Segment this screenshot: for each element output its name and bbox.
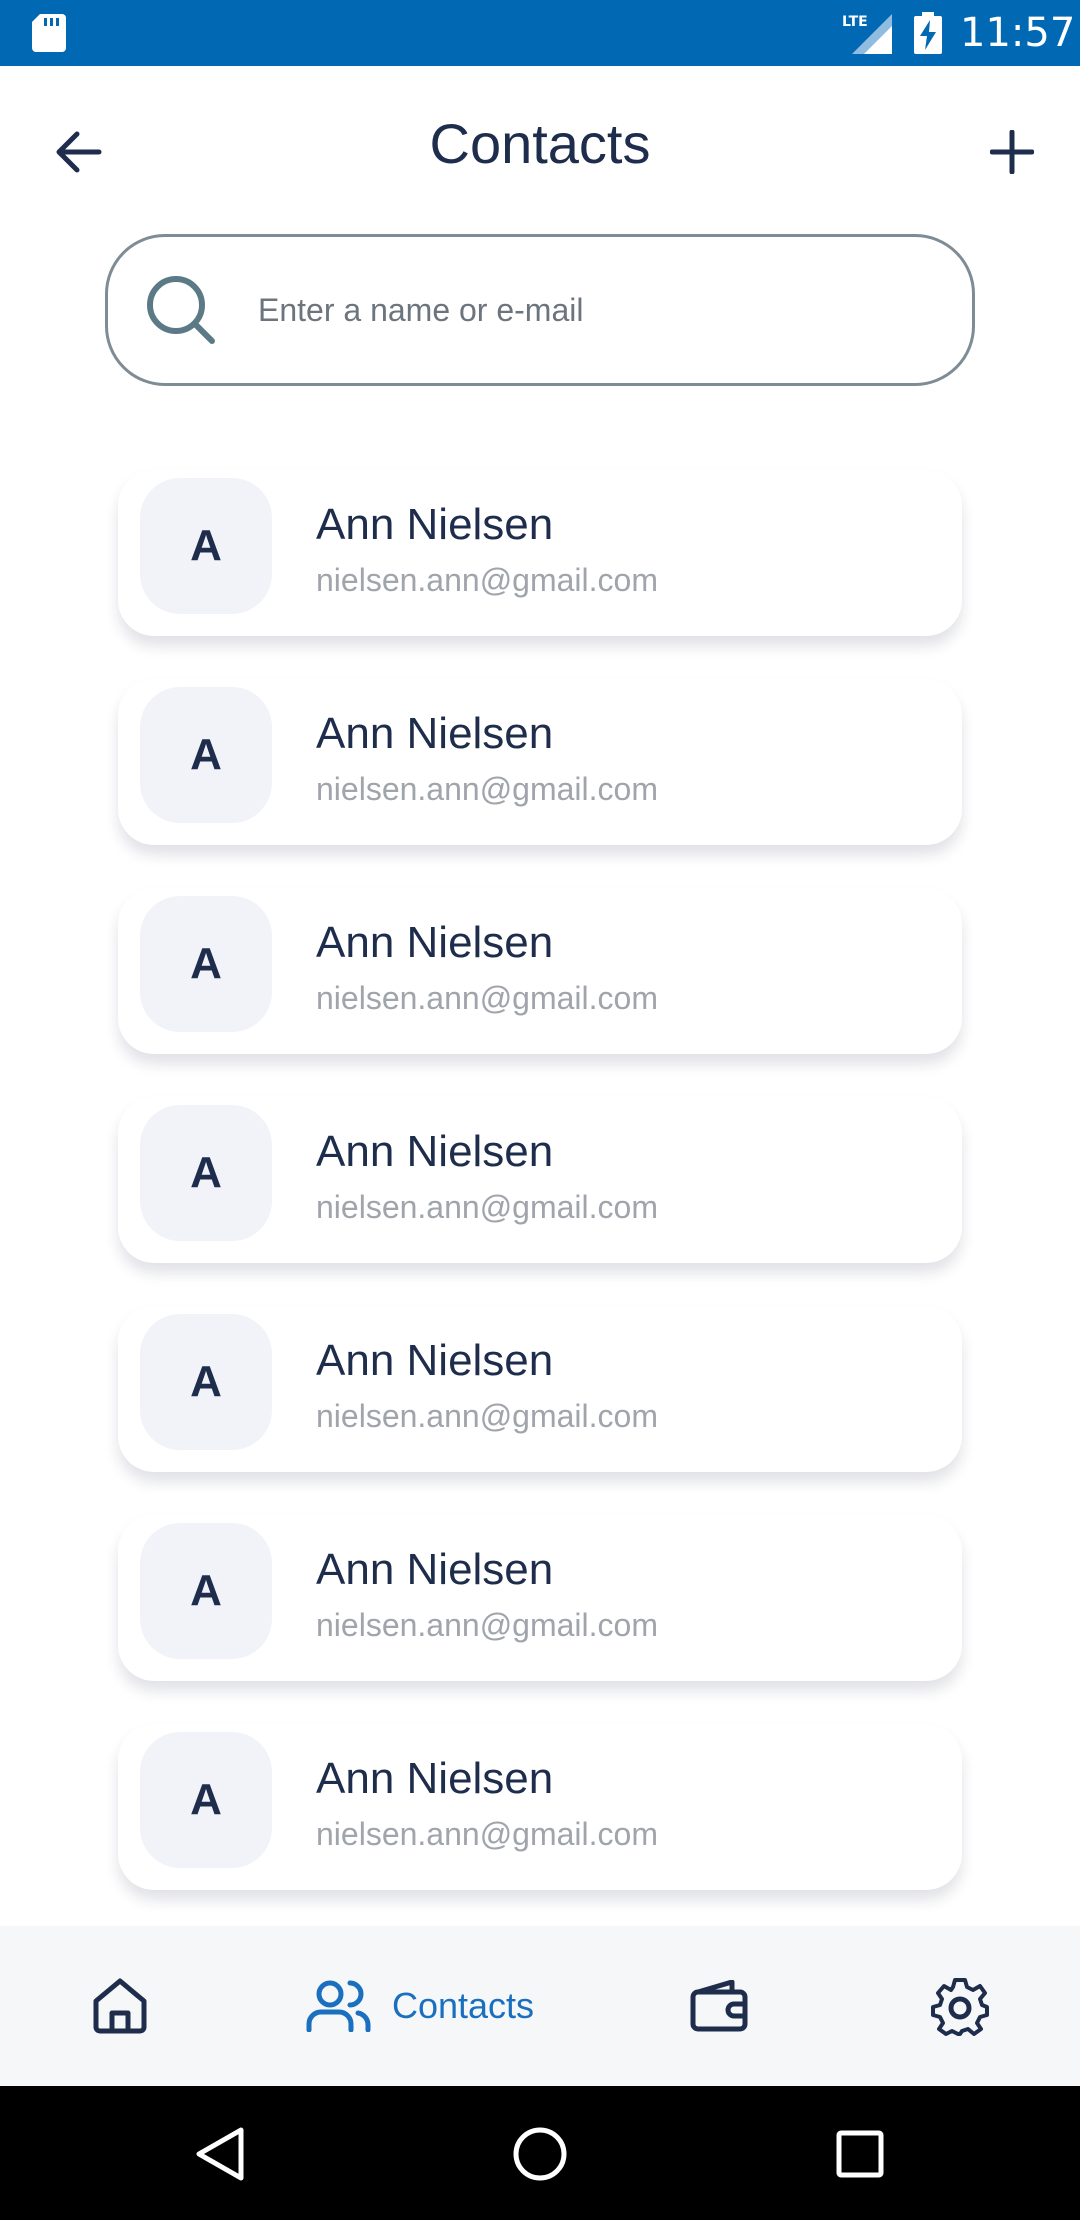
nav-settings[interactable] bbox=[900, 1926, 1020, 2086]
contact-name: Ann Nielsen bbox=[316, 709, 554, 758]
contact-email: nielsen.ann@gmail.com bbox=[316, 771, 658, 807]
contact-name: Ann Nielsen bbox=[316, 1545, 554, 1594]
contact-card[interactable]: A Ann Nielsen nielsen.ann@gmail.com bbox=[118, 679, 962, 845]
bottom-nav: Contacts bbox=[0, 1926, 1080, 2086]
search-bar[interactable] bbox=[105, 234, 975, 386]
sd-card-icon bbox=[32, 14, 66, 52]
page-title: Contacts bbox=[429, 112, 651, 175]
nav-wallet[interactable] bbox=[660, 1926, 780, 2086]
circle-home-icon bbox=[513, 2127, 567, 2181]
nav-contacts-label: Contacts bbox=[391, 1985, 535, 2026]
nav-contacts[interactable]: Contacts bbox=[290, 1926, 550, 2086]
status-bar: LTE 11:57 bbox=[0, 0, 1080, 66]
avatar: A bbox=[140, 687, 272, 823]
contact-name: Ann Nielsen bbox=[316, 918, 554, 967]
contact-email: nielsen.ann@gmail.com bbox=[316, 1607, 658, 1643]
add-contact-button[interactable] bbox=[972, 112, 1052, 192]
contact-email: nielsen.ann@gmail.com bbox=[316, 1189, 658, 1225]
app-header: Contacts bbox=[0, 66, 1080, 222]
battery-charging-icon bbox=[914, 12, 942, 54]
contact-card[interactable]: A Ann Nielsen nielsen.ann@gmail.com bbox=[118, 1306, 962, 1472]
contact-name: Ann Nielsen bbox=[316, 1127, 554, 1176]
plus-icon bbox=[990, 130, 1034, 174]
triangle-back-icon bbox=[196, 2127, 244, 2181]
search-icon bbox=[147, 276, 215, 344]
users-icon bbox=[306, 1980, 371, 2032]
system-recents-button[interactable] bbox=[820, 2114, 900, 2194]
contact-name: Ann Nielsen bbox=[316, 500, 554, 549]
home-icon bbox=[93, 1978, 147, 2034]
avatar: A bbox=[140, 1105, 272, 1241]
contact-card[interactable]: A Ann Nielsen nielsen.ann@gmail.com bbox=[118, 1724, 962, 1890]
contact-email: nielsen.ann@gmail.com bbox=[316, 562, 658, 598]
contact-email: nielsen.ann@gmail.com bbox=[316, 1398, 658, 1434]
wallet-icon bbox=[690, 1980, 748, 2032]
signal-icon: LTE bbox=[842, 14, 892, 54]
contact-card[interactable]: A Ann Nielsen nielsen.ann@gmail.com bbox=[118, 888, 962, 1054]
avatar: A bbox=[140, 1523, 272, 1659]
contact-email: nielsen.ann@gmail.com bbox=[316, 980, 658, 1016]
square-recents-icon bbox=[836, 2130, 884, 2178]
system-nav-bar bbox=[0, 2086, 1080, 2220]
status-time: 11:57 bbox=[960, 10, 1076, 56]
gear-icon bbox=[931, 1978, 989, 2036]
network-type: LTE bbox=[842, 14, 868, 30]
nav-home[interactable] bbox=[60, 1926, 180, 2086]
contact-name: Ann Nielsen bbox=[316, 1754, 554, 1803]
avatar: A bbox=[140, 896, 272, 1032]
contact-card[interactable]: A Ann Nielsen nielsen.ann@gmail.com bbox=[118, 470, 962, 636]
system-back-button[interactable] bbox=[180, 2114, 260, 2194]
contact-email: nielsen.ann@gmail.com bbox=[316, 1816, 658, 1852]
avatar: A bbox=[140, 1732, 272, 1868]
search-input[interactable] bbox=[258, 277, 938, 343]
contact-card[interactable]: A Ann Nielsen nielsen.ann@gmail.com bbox=[118, 1515, 962, 1681]
avatar: A bbox=[140, 1314, 272, 1450]
contact-card[interactable]: A Ann Nielsen nielsen.ann@gmail.com bbox=[118, 1097, 962, 1263]
system-home-button[interactable] bbox=[500, 2114, 580, 2194]
avatar: A bbox=[140, 478, 272, 614]
contact-name: Ann Nielsen bbox=[316, 1336, 554, 1385]
